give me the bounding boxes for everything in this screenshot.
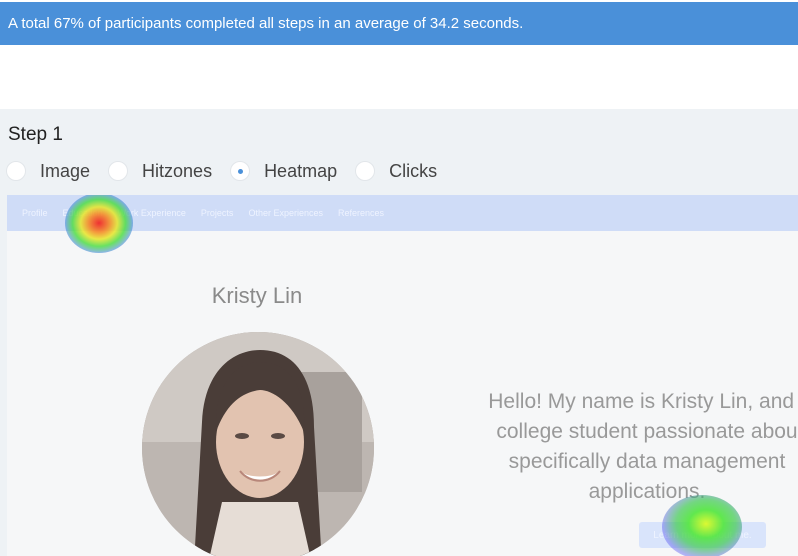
mode-option-heatmap[interactable]: Heatmap xyxy=(230,161,337,182)
intro-line: college student passionate abou xyxy=(496,420,798,443)
radio-heatmap[interactable] xyxy=(230,161,251,181)
mode-label-image: Image xyxy=(40,160,91,181)
mode-option-hitzones[interactable]: Hitzones xyxy=(108,161,212,182)
intro-line: specifically data management xyxy=(508,450,786,473)
profile-photo-illustration xyxy=(142,332,374,556)
learn-more-button: Learn more about me. xyxy=(639,522,766,548)
radio-image[interactable] xyxy=(6,161,26,181)
site-nav-item: References xyxy=(337,208,385,218)
mode-option-image[interactable]: Image xyxy=(6,161,90,182)
site-nav-item: Projects xyxy=(200,208,234,218)
mode-label-heatmap: Heatmap xyxy=(264,160,338,181)
intro-line: Hello! My name is Kristy Lin, and I xyxy=(488,390,798,413)
mode-label-clicks: Clicks xyxy=(389,160,438,181)
step-title: Step 1 xyxy=(8,124,63,145)
site-nav-item: Work Experience xyxy=(117,208,186,218)
mode-option-clicks[interactable]: Clicks xyxy=(355,161,437,182)
site-nav-item: Education xyxy=(62,208,103,218)
radio-hitzones[interactable] xyxy=(108,161,129,181)
summary-text: A total 67% of participants completed al… xyxy=(8,15,524,32)
radio-clicks[interactable] xyxy=(355,161,376,181)
heatmap-preview: Profile Education Work Experience Projec… xyxy=(7,195,798,556)
intro-text: Hello! My name is Kristy Lin, and I coll… xyxy=(477,387,798,507)
site-nav-bar: Profile Education Work Experience Projec… xyxy=(7,195,798,231)
summary-banner: A total 67% of participants completed al… xyxy=(0,2,798,45)
site-name-heading: Kristy Lin xyxy=(211,283,303,308)
site-nav-item: Other Experiences xyxy=(248,208,323,218)
intro-line: applications. xyxy=(588,480,706,503)
view-mode-selector: Image Hitzones Heatmap Clicks xyxy=(6,158,455,184)
profile-photo xyxy=(142,332,374,556)
mode-label-hitzones: Hitzones xyxy=(142,160,213,181)
site-nav-item: Profile xyxy=(22,208,48,218)
